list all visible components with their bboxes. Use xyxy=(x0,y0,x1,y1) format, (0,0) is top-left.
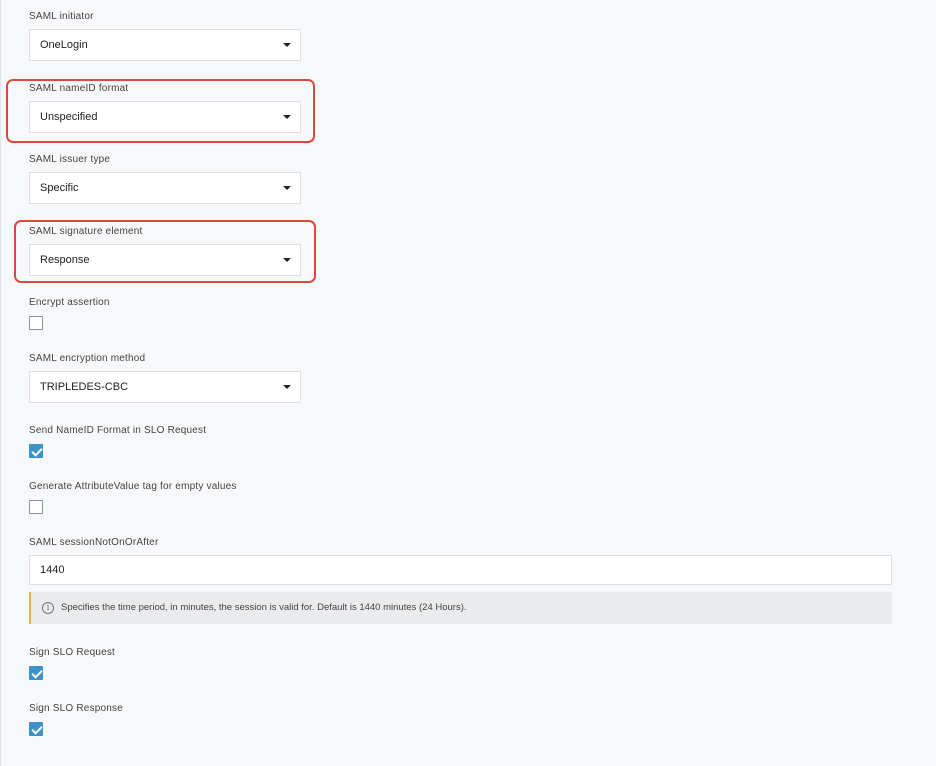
encryption-method-field: SAML encryption method TRIPLEDES-CBC xyxy=(29,353,301,403)
signature-element-value: Response xyxy=(40,254,90,266)
encrypt-assertion-checkbox[interactable] xyxy=(29,316,43,330)
issuer-type-label: SAML issuer type xyxy=(29,154,111,165)
signature-element-label: SAML signature element xyxy=(29,226,143,237)
caret-down-icon xyxy=(283,186,291,190)
caret-down-icon xyxy=(283,43,291,47)
signature-element-field: SAML signature element Response xyxy=(29,226,301,276)
session-not-on-or-after-input[interactable]: 1440 xyxy=(29,555,892,585)
saml-initiator-field: SAML initiator OneLogin xyxy=(29,11,301,61)
issuer-type-field: SAML issuer type Specific xyxy=(29,154,301,204)
encryption-method-select[interactable]: TRIPLEDES-CBC xyxy=(29,371,301,403)
saml-initiator-select[interactable]: OneLogin xyxy=(29,29,301,61)
session-hint-box: i Specifies the time period, in minutes,… xyxy=(29,592,892,624)
encryption-method-value: TRIPLEDES-CBC xyxy=(40,381,129,393)
caret-down-icon xyxy=(283,258,291,262)
caret-down-icon xyxy=(283,385,291,389)
sign-slo-request-label: Sign SLO Request xyxy=(29,647,116,658)
send-nameid-format-label: Send NameID Format in SLO Request xyxy=(29,425,207,436)
nameid-format-value: Unspecified xyxy=(40,111,98,123)
nameid-format-label: SAML nameID format xyxy=(29,83,129,94)
signature-element-select[interactable]: Response xyxy=(29,244,301,276)
session-not-on-or-after-field: SAML sessionNotOnOrAfter 1440 xyxy=(29,537,892,585)
generate-attributevalue-checkbox[interactable] xyxy=(29,500,43,514)
generate-attributevalue-field: Generate AttributeValue tag for empty va… xyxy=(29,481,237,514)
encrypt-assertion-field: Encrypt assertion xyxy=(29,297,110,330)
session-hint-text: Specifies the time period, in minutes, t… xyxy=(61,602,467,613)
send-nameid-format-checkbox[interactable] xyxy=(29,444,43,458)
generate-attributevalue-label: Generate AttributeValue tag for empty va… xyxy=(29,481,237,492)
session-not-on-or-after-value: 1440 xyxy=(40,564,65,576)
encrypt-assertion-label: Encrypt assertion xyxy=(29,297,110,308)
saml-settings-panel: SAML initiator OneLogin SAML nameID form… xyxy=(0,0,936,766)
encryption-method-label: SAML encryption method xyxy=(29,353,146,364)
sign-slo-request-checkbox[interactable] xyxy=(29,666,43,680)
caret-down-icon xyxy=(283,115,291,119)
issuer-type-value: Specific xyxy=(40,182,79,194)
sign-slo-response-label: Sign SLO Response xyxy=(29,703,124,714)
nameid-format-field: SAML nameID format Unspecified xyxy=(29,83,301,133)
send-nameid-format-field: Send NameID Format in SLO Request xyxy=(29,425,207,458)
issuer-type-select[interactable]: Specific xyxy=(29,172,301,204)
sign-slo-response-checkbox[interactable] xyxy=(29,722,43,736)
sign-slo-request-field: Sign SLO Request xyxy=(29,647,116,680)
sign-slo-response-field: Sign SLO Response xyxy=(29,703,124,736)
saml-initiator-value: OneLogin xyxy=(40,39,88,51)
session-not-on-or-after-label: SAML sessionNotOnOrAfter xyxy=(29,537,159,548)
info-circle-icon: i xyxy=(42,602,54,614)
saml-initiator-label: SAML initiator xyxy=(29,11,94,22)
nameid-format-select[interactable]: Unspecified xyxy=(29,101,301,133)
